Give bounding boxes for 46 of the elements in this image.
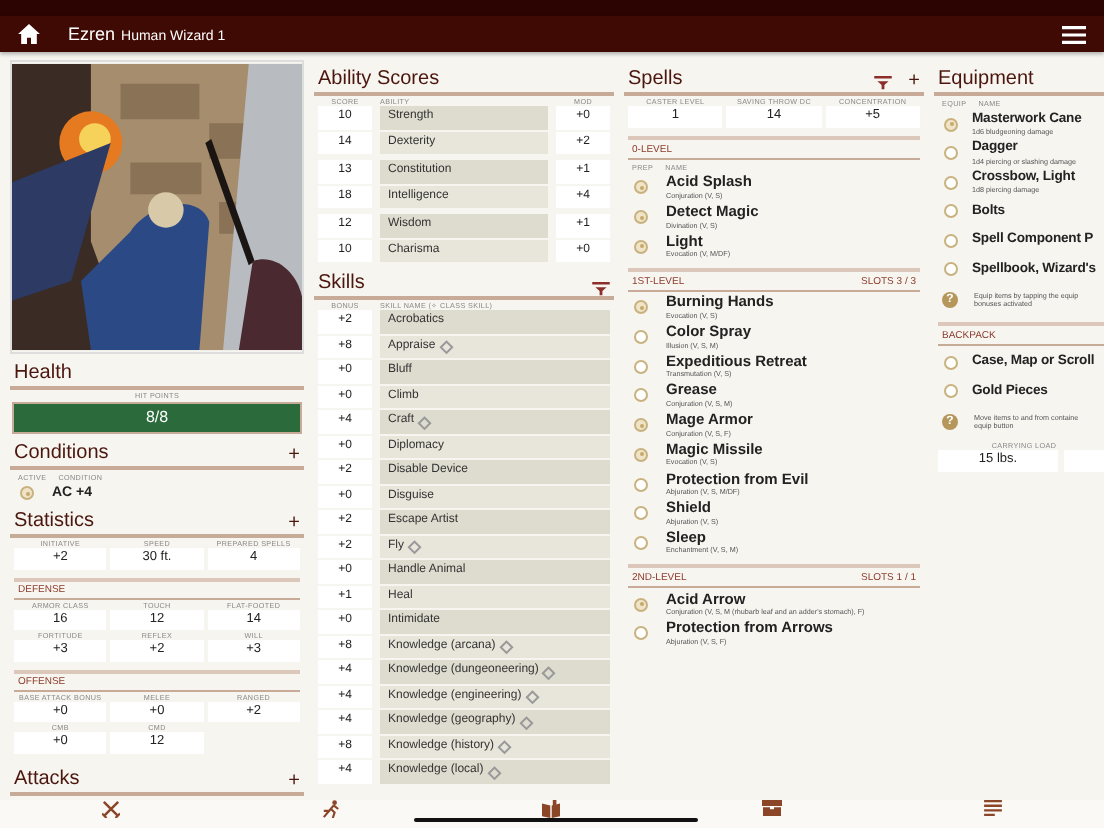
home-icon[interactable] bbox=[18, 24, 40, 44]
section-title: Conditions bbox=[14, 442, 109, 466]
list-icon[interactable] bbox=[984, 800, 1003, 816]
section-title: Statistics bbox=[14, 510, 95, 534]
prepared-toggle[interactable] bbox=[634, 535, 648, 550]
prepared-toggle[interactable] bbox=[634, 447, 648, 462]
add-button[interactable]: + bbox=[288, 514, 300, 534]
prepared-toggle[interactable] bbox=[634, 210, 648, 225]
book-icon[interactable] bbox=[541, 800, 560, 818]
prepared-toggle[interactable] bbox=[634, 477, 648, 492]
equip-toggle[interactable] bbox=[944, 355, 958, 370]
character-name: Ezren bbox=[68, 24, 116, 44]
section-title: Health bbox=[14, 362, 72, 386]
section-title: Equipment bbox=[938, 68, 1034, 92]
prepared-toggle[interactable] bbox=[634, 239, 648, 254]
prepared-toggle[interactable] bbox=[634, 359, 648, 374]
filter-icon[interactable] bbox=[874, 75, 893, 89]
equip-toggle[interactable] bbox=[944, 117, 958, 132]
prepared-toggle[interactable] bbox=[634, 330, 648, 345]
prepared-toggle[interactable] bbox=[634, 180, 648, 195]
hit-points-value: 8/8 bbox=[143, 406, 171, 430]
chest-icon[interactable] bbox=[762, 800, 783, 816]
menu-icon[interactable] bbox=[1062, 25, 1086, 43]
add-button[interactable]: + bbox=[908, 72, 920, 92]
equip-toggle[interactable] bbox=[944, 262, 958, 277]
add-button[interactable]: + bbox=[288, 771, 300, 791]
prepared-toggle[interactable] bbox=[634, 597, 648, 612]
equip-toggle[interactable] bbox=[944, 146, 958, 161]
running-figure-icon[interactable] bbox=[321, 800, 340, 818]
equip-toggle[interactable] bbox=[944, 204, 958, 219]
section-title: Skills bbox=[318, 272, 365, 296]
section-title: Ability Scores bbox=[318, 68, 440, 92]
condition-toggle[interactable] bbox=[20, 486, 34, 500]
crossed-swords-icon[interactable] bbox=[101, 800, 120, 818]
equip-toggle[interactable] bbox=[944, 233, 958, 248]
prepared-toggle[interactable] bbox=[634, 300, 648, 315]
prepared-toggle[interactable] bbox=[634, 418, 648, 433]
filter-icon[interactable] bbox=[592, 282, 610, 296]
prepared-toggle[interactable] bbox=[634, 506, 648, 521]
prepared-toggle[interactable] bbox=[634, 626, 648, 641]
section-title: Spells bbox=[628, 68, 683, 92]
section-title: Attacks bbox=[14, 767, 80, 791]
equip-toggle[interactable] bbox=[944, 384, 958, 399]
equip-toggle[interactable] bbox=[944, 175, 958, 190]
prepared-toggle[interactable] bbox=[634, 388, 648, 403]
add-button[interactable]: + bbox=[288, 446, 300, 466]
